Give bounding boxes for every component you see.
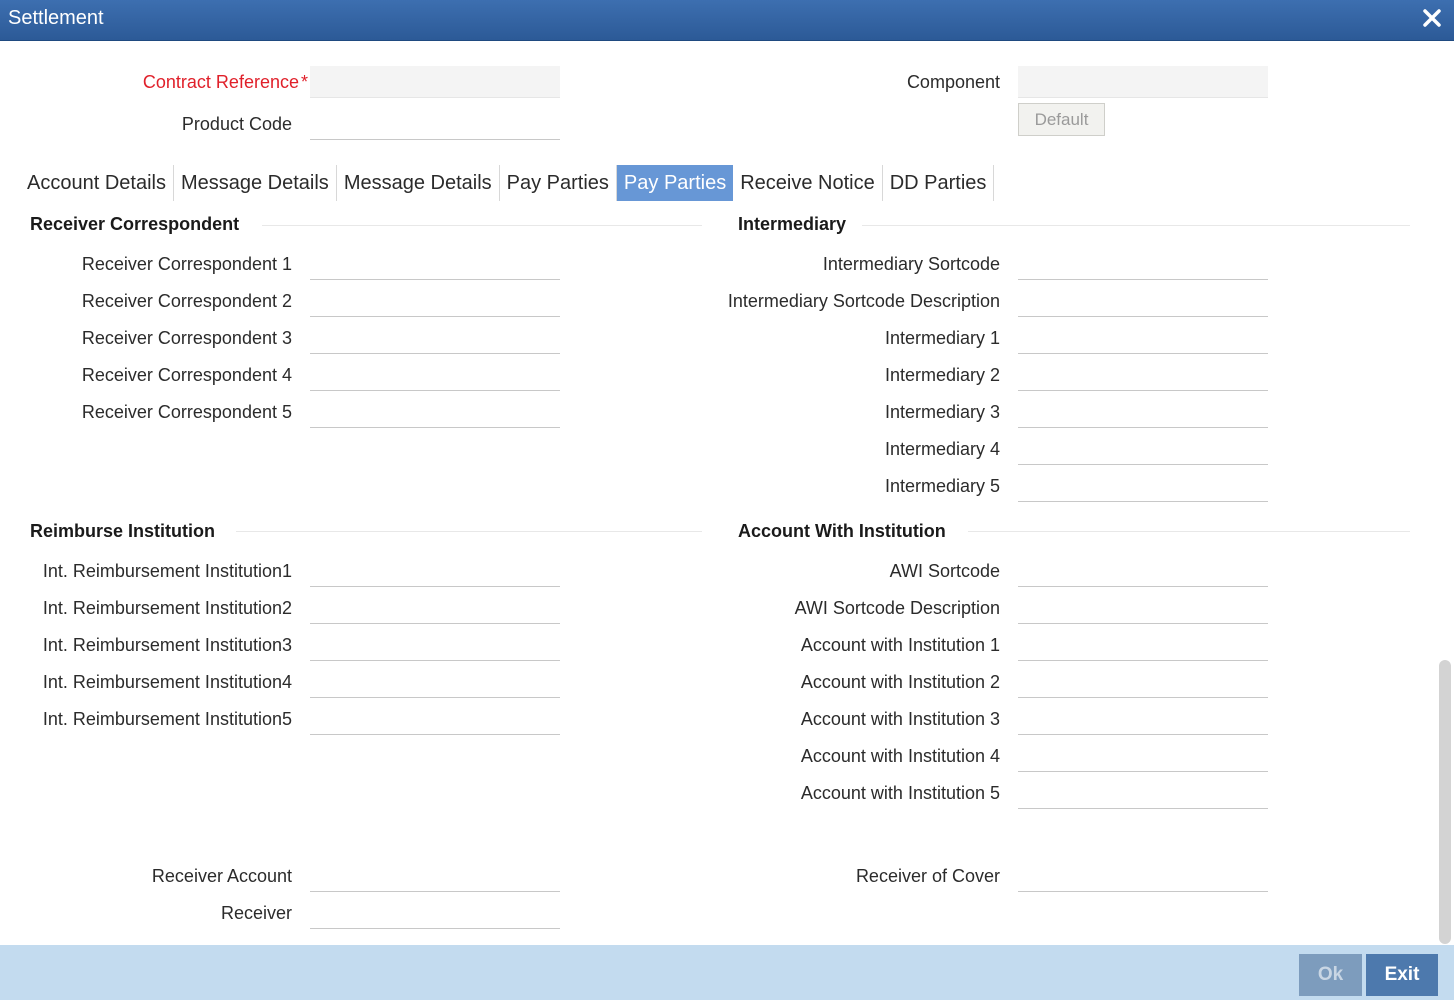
int-reimbursement-institution-4-field[interactable] [310, 666, 560, 698]
receiver-field[interactable] [310, 897, 560, 929]
intermediary-1-field[interactable] [1018, 322, 1268, 354]
int-reimbursement-institution-1-label: Int. Reimbursement Institution1 [42, 561, 292, 581]
tab-receive-notice[interactable]: Receive Notice [733, 165, 883, 201]
receiver-correspondent-2-field[interactable] [310, 285, 560, 317]
intermediary-2-field[interactable] [1018, 359, 1268, 391]
intermediary-sortcode-description-label: Intermediary Sortcode Description [727, 291, 1000, 311]
section-divider [862, 225, 1410, 226]
receiver-correspondent-1-field[interactable] [310, 248, 560, 280]
section-divider [262, 225, 702, 226]
intermediary-sortcode-label: Intermediary Sortcode [822, 254, 1000, 274]
receiver-correspondent-4-field[interactable] [310, 359, 560, 391]
awi-sortcode-field[interactable] [1018, 555, 1268, 587]
account-with-institution-heading: Account With Institution [738, 521, 946, 541]
tab-pay-parties[interactable]: Pay Parties [500, 165, 617, 201]
reimburse-institution-heading: Reimburse Institution [30, 521, 216, 541]
receiver-of-cover-label: Receiver of Cover [855, 866, 1000, 886]
int-reimbursement-institution-5-field[interactable] [310, 703, 560, 735]
int-reimbursement-institution-5-label: Int. Reimbursement Institution5 [42, 709, 292, 729]
window-title: Settlement [8, 7, 104, 29]
component-label: Component [906, 72, 1000, 92]
receiver-correspondent-5-field[interactable] [310, 396, 560, 428]
intermediary-1-label: Intermediary 1 [884, 328, 1000, 348]
receiver-correspondent-heading: Receiver Correspondent [30, 214, 240, 234]
default-button[interactable]: Default [1018, 103, 1105, 136]
int-reimbursement-institution-2-field[interactable] [310, 592, 560, 624]
component-field[interactable] [1018, 66, 1268, 98]
account-with-institution-1-field[interactable] [1018, 629, 1268, 661]
intermediary-3-field[interactable] [1018, 396, 1268, 428]
receiver-correspondent-5-label: Receiver Correspondent 5 [81, 402, 292, 422]
account-with-institution-5-field[interactable] [1018, 777, 1268, 809]
ok-button[interactable]: Ok [1299, 954, 1362, 996]
account-with-institution-5-label: Account with Institution 5 [800, 783, 1000, 803]
product-code-field[interactable] [310, 108, 560, 140]
intermediary-2-label: Intermediary 2 [884, 365, 1000, 385]
receiver-account-field[interactable] [310, 860, 560, 892]
int-reimbursement-institution-3-field[interactable] [310, 629, 560, 661]
section-divider [968, 531, 1410, 532]
awi-sortcode-description-label: AWI Sortcode Description [794, 598, 1000, 618]
intermediary-5-field[interactable] [1018, 470, 1268, 502]
account-with-institution-2-field[interactable] [1018, 666, 1268, 698]
intermediary-3-label: Intermediary 3 [884, 402, 1000, 422]
intermediary-sortcode-description-field[interactable] [1018, 285, 1268, 317]
account-with-institution-1-label: Account with Institution 1 [800, 635, 1000, 655]
awi-sortcode-description-field[interactable] [1018, 592, 1268, 624]
intermediary-5-label: Intermediary 5 [884, 476, 1000, 496]
receiver-correspondent-2-label: Receiver Correspondent 2 [81, 291, 292, 311]
intermediary-4-field[interactable] [1018, 433, 1268, 465]
intermediary-sortcode-field[interactable] [1018, 248, 1268, 280]
vertical-scrollbar[interactable] [1439, 660, 1451, 944]
intermediary-heading: Intermediary [738, 214, 847, 234]
footer-bar [0, 945, 1454, 1000]
account-with-institution-2-label: Account with Institution 2 [800, 672, 1000, 692]
account-with-institution-4-label: Account with Institution 4 [800, 746, 1000, 766]
int-reimbursement-institution-3-label: Int. Reimbursement Institution3 [42, 635, 292, 655]
product-code-label: Product Code [181, 114, 292, 134]
tab-message-details-2[interactable]: Message Details [337, 165, 500, 201]
account-with-institution-4-field[interactable] [1018, 740, 1268, 772]
receiver-of-cover-field[interactable] [1018, 860, 1268, 892]
int-reimbursement-institution-4-label: Int. Reimbursement Institution4 [42, 672, 292, 692]
intermediary-4-label: Intermediary 4 [884, 439, 1000, 459]
exit-button[interactable]: Exit [1366, 954, 1438, 996]
receiver-correspondent-3-field[interactable] [310, 322, 560, 354]
tab-dd-parties[interactable]: DD Parties [883, 165, 995, 201]
receiver-account-label: Receiver Account [151, 866, 292, 886]
title-bar: Settlement [0, 0, 1454, 41]
required-marker: * [300, 72, 308, 92]
contract-reference-label: Contract Reference * [142, 72, 308, 92]
receiver-label: Receiver [220, 903, 292, 923]
int-reimbursement-institution-1-field[interactable] [310, 555, 560, 587]
account-with-institution-3-field[interactable] [1018, 703, 1268, 735]
close-icon[interactable] [1420, 6, 1444, 30]
section-divider [236, 531, 702, 532]
receiver-correspondent-3-label: Receiver Correspondent 3 [81, 328, 292, 348]
tab-message-details[interactable]: Message Details [174, 165, 337, 201]
receiver-correspondent-1-label: Receiver Correspondent 1 [81, 254, 292, 274]
tab-account-details[interactable]: Account Details [20, 165, 174, 201]
account-with-institution-3-label: Account with Institution 3 [800, 709, 1000, 729]
int-reimbursement-institution-2-label: Int. Reimbursement Institution2 [42, 598, 292, 618]
tab-pay-parties-active[interactable]: Pay Parties [616, 165, 734, 201]
contract-reference-field[interactable] [310, 66, 560, 98]
receiver-correspondent-4-label: Receiver Correspondent 4 [81, 365, 292, 385]
awi-sortcode-label: AWI Sortcode [889, 561, 1000, 581]
tab-bar: Account Details Message Details Message … [20, 165, 995, 201]
